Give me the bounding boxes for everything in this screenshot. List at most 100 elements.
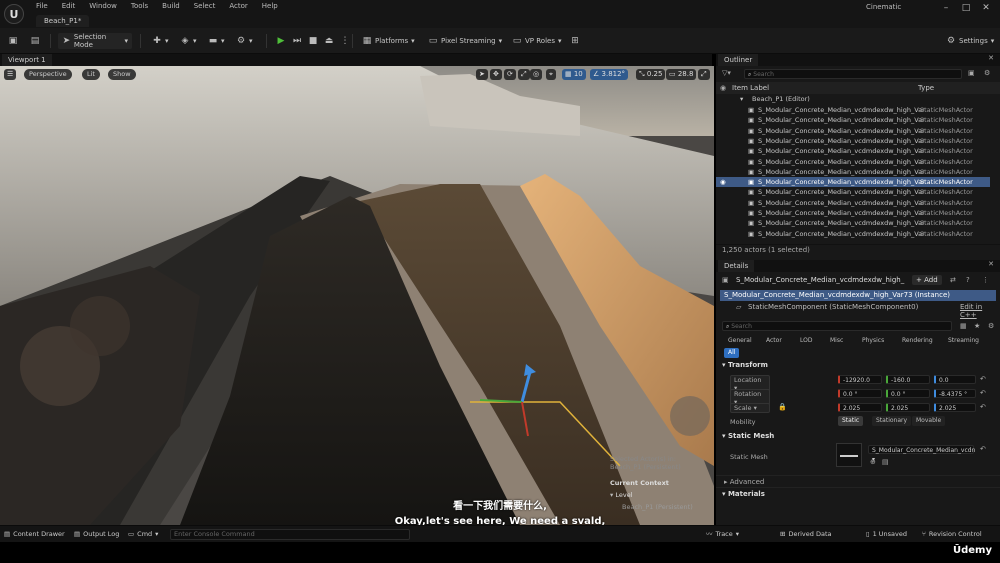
column-type[interactable]: Type (918, 84, 934, 92)
cmd-dropdown[interactable]: ▭ Cmd ▾ (128, 529, 158, 540)
scale-icon[interactable]: ⤢ (518, 69, 530, 80)
filter-streaming[interactable]: Streaming (944, 336, 983, 346)
surface-snap-icon[interactable]: ⌖ (546, 69, 556, 80)
maximize-icon[interactable]: □ (956, 2, 976, 14)
filter-all[interactable]: All (724, 348, 740, 358)
outliner-row[interactable]: ◉ ▣ S_Modular_Concrete_Median_vcdmdexdw_hi… (716, 177, 990, 188)
add-component-button[interactable]: + Add (912, 275, 942, 285)
scale-x[interactable]: 2.025 (838, 403, 882, 412)
outliner-row[interactable]: ▣ S_Modular_Concrete_Median_vcdmdexdw_hig… (716, 218, 990, 228)
edit-cpp-link[interactable]: Edit in C++ (960, 303, 1000, 319)
revision-control-button[interactable]: ⑂ Revision Control (922, 529, 982, 540)
layout-label[interactable]: Cinematic (866, 2, 926, 13)
world-icon[interactable]: ◎ (530, 69, 543, 80)
add-actor-button[interactable]: ✚ ▾ (148, 33, 173, 49)
rotation-z[interactable]: -8.4375 ° (934, 389, 976, 398)
outliner-row[interactable]: ▣ S_Modular_Concrete_Median_vcdmdexdw_hig… (716, 167, 990, 177)
settings-dropdown[interactable]: ⚙ Settings ▾ (942, 33, 998, 49)
content-icon[interactable]: ▤ (26, 33, 44, 49)
location-z[interactable]: 0.0 (934, 375, 976, 384)
viewport-tab[interactable]: Viewport 1 (2, 54, 52, 66)
visibility-icon[interactable]: ◉ (720, 177, 726, 187)
filter-physics[interactable]: Physics (858, 336, 888, 346)
outliner-search-input[interactable]: ⌕ Search (744, 69, 962, 79)
reset-icon[interactable]: ↶ (980, 375, 986, 383)
filter-icon[interactable]: ▽▾ (722, 69, 731, 77)
output-log-button[interactable]: ▤ Output Log (74, 529, 119, 540)
filter-rendering[interactable]: Rendering (898, 336, 937, 346)
blueprint-button[interactable]: ◈ ▾ (176, 33, 201, 49)
details-search-input[interactable]: ⌕ Search (722, 321, 952, 331)
console-input[interactable]: Enter Console Command (170, 529, 410, 540)
outliner-row[interactable]: ▣ S_Modular_Concrete_Median_vcdmdexdw_hig… (716, 157, 990, 167)
vp-roles-dropdown[interactable]: ▭ VP Roles ▾ (508, 33, 565, 49)
menu-select[interactable]: Select (194, 2, 216, 10)
save-icon[interactable]: ▣ (4, 33, 22, 49)
filter-actor[interactable]: Actor (762, 336, 786, 346)
reset-icon[interactable]: ↶ (980, 403, 986, 411)
outliner-row[interactable]: ▣ S_Modular_Concrete_Median_vcdmdexdw_hig… (716, 187, 990, 197)
menu-help[interactable]: Help (262, 2, 278, 10)
outliner-row[interactable]: ▣ S_Modular_Concrete_Median_vcdmdexdw_hig… (716, 126, 990, 136)
settings-icon[interactable]: ⚙ (984, 69, 990, 77)
outliner-row[interactable]: ▣ S_Modular_Concrete_Median_vcdmdexdw_hig… (716, 208, 990, 218)
reset-icon[interactable]: ↶ (980, 389, 986, 397)
use-selected-icon[interactable]: ⊕ (870, 458, 876, 466)
blueprint-icon[interactable]: ⇄ (950, 276, 956, 284)
mesh-picker[interactable]: S_Modular_Concrete_Median_vcdn ▾ (868, 445, 975, 463)
modes-button[interactable]: ⚙ ▾ (232, 33, 257, 49)
perspective-button[interactable]: Perspective (24, 69, 72, 80)
mesh-thumbnail[interactable] (836, 443, 862, 467)
actor-name-field[interactable]: S_Modular_Concrete_Median_vcdmdexdw_high… (736, 276, 906, 284)
transform-section[interactable]: ▾ Transform (722, 361, 768, 369)
grid-icon[interactable]: ▦ (960, 322, 967, 330)
rotate-icon[interactable]: ⟳ (504, 69, 516, 80)
add-folder-icon[interactable]: ▣ (968, 69, 975, 77)
lock-icon[interactable]: 🔒 (778, 403, 787, 411)
more-icon[interactable]: ⋮ (982, 276, 989, 284)
static-mesh-section[interactable]: ▾ Static Mesh (722, 432, 774, 440)
close-icon[interactable]: ✕ (976, 2, 996, 14)
outliner-tab[interactable]: Outliner (718, 54, 759, 66)
rotation-y[interactable]: 0.0 ° (886, 389, 930, 398)
grid-snap-button[interactable]: ▦ 10 (562, 69, 586, 80)
minimize-icon[interactable]: – (936, 2, 956, 14)
star-icon[interactable]: ★ (974, 322, 980, 330)
outliner-row[interactable]: ▣ S_Modular_Concrete_Median_vcdmdexdw_hig… (716, 198, 990, 208)
outliner-row[interactable]: ▣ S_Modular_Concrete_Median_vcdmdexdw_hig… (716, 229, 990, 239)
menu-window[interactable]: Window (89, 2, 117, 10)
select-mode-icon[interactable]: ➤ (476, 69, 488, 80)
content-drawer-button[interactable]: ▤ Content Drawer (4, 529, 65, 540)
filter-misc[interactable]: Misc (826, 336, 847, 346)
filter-lod[interactable]: LOD (796, 336, 816, 346)
trace-button[interactable]: 〰 Trace ▾ (706, 529, 739, 540)
scale-dropdown[interactable]: Scale ▾ (730, 403, 770, 413)
filter-general[interactable]: General (724, 336, 756, 346)
outliner-root[interactable]: ▾ Beach_P1 (Editor) (716, 94, 990, 104)
menu-file[interactable]: File (36, 2, 48, 10)
project-tab[interactable]: Beach_P1* (36, 15, 90, 27)
vp-extra-icon[interactable]: ⊞ (566, 33, 584, 49)
rotation-x[interactable]: 0.0 ° (838, 389, 882, 398)
selection-mode-dropdown[interactable]: ➤ Selection Mode ▾ (58, 33, 132, 49)
reset-icon[interactable]: ↶ (980, 445, 986, 453)
outliner-row[interactable]: ▣ S_Modular_Concrete_Median_vcdmdexdw_hig… (716, 105, 990, 115)
scale-snap-button[interactable]: ⤡ 0.25 (636, 69, 666, 80)
menu-edit[interactable]: Edit (62, 2, 76, 10)
materials-section[interactable]: ▾ Materials (716, 487, 1000, 499)
camera-speed-button[interactable]: ▭ 28.8 (666, 69, 697, 80)
column-item-label[interactable]: Item Label (732, 84, 769, 92)
unreal-logo-icon[interactable]: U (4, 4, 24, 24)
outliner-row[interactable]: ▣ S_Modular_Concrete_Median_vcdmdexdw_hig… (716, 115, 990, 125)
mobility-static[interactable]: Static (838, 416, 864, 426)
location-x[interactable]: -12920.0 (838, 375, 882, 384)
rotation-snap-button[interactable]: ∠ 3.812° (590, 69, 629, 80)
scale-z[interactable]: 2.025 (934, 403, 976, 412)
level-viewport[interactable]: ☰ Perspective Lit Show ➤ ✥ ⟳ ⤢ ◎ ⌖ ▦ 10 … (0, 66, 714, 525)
instance-row[interactable]: S_Modular_Concrete_Median_vcdmdexdw_high… (720, 290, 996, 301)
viewport-menu-icon[interactable]: ☰ (4, 69, 17, 80)
show-button[interactable]: Show (108, 69, 136, 80)
mobility-movable[interactable]: Movable (912, 416, 946, 426)
advanced-row[interactable]: ▸ Advanced (716, 475, 1000, 487)
pixel-streaming-dropdown[interactable]: ▭ Pixel Streaming ▾ (424, 33, 506, 49)
